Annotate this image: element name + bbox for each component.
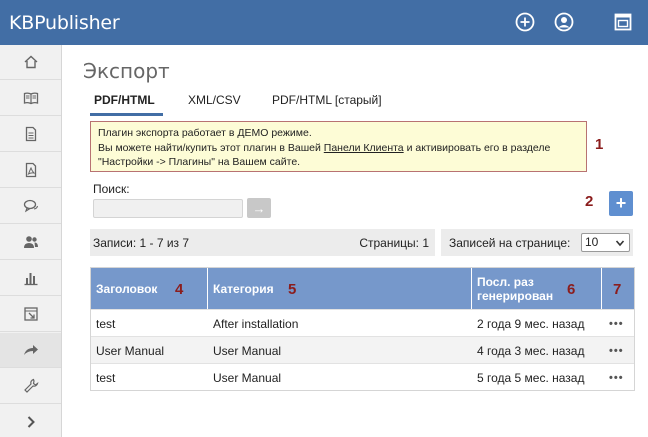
search-input[interactable] [93,199,243,218]
notice-text: Вы можете найти/купить этот плагин в Ваш… [98,141,324,154]
cell-title[interactable]: test [91,364,115,391]
sidebar-item-import[interactable] [0,297,61,332]
sidebar-item-feedback[interactable] [0,189,61,224]
per-page-value: 10 [585,235,599,249]
plus-circle-icon[interactable] [514,11,536,33]
sidebar-item-settings[interactable] [0,369,61,404]
bar-chart-icon [24,273,37,286]
client-panel-link[interactable]: Панели Клиента [324,142,404,154]
notice-line-3: "Настройки -> Плагины" на Вашем сайте. [98,156,301,168]
main-content: Экспорт PDF/HTML XML/CSV PDF/HTML [стары… [62,45,648,437]
document-icon [25,126,36,142]
annotation-4: 4 [175,281,184,298]
table-row[interactable]: test User Manual 5 года 5 мес. назад ••• [91,363,634,390]
add-export-button[interactable]: + [609,191,633,216]
notice-line-2: Вы можете найти/купить этот плагин в Ваш… [98,141,579,156]
search-label: Поиск: [93,182,130,196]
cell-generated: 5 года 5 мес. назад [477,370,585,385]
column-generated-label: Посл. раз генерирован [477,274,554,303]
records-count: Записи: 1 - 7 из 7 [93,236,190,250]
annotation-6: 6 [567,281,576,298]
sidebar-item-users[interactable] [0,225,61,260]
import-icon [23,307,38,321]
cell-category: User Manual [213,370,282,385]
demo-notice: Плагин экспорта работает в ДЕМО режиме. … [90,121,587,172]
user-circle-icon[interactable] [553,11,575,33]
tab-pdf-html-old[interactable]: PDF/HTML [старый] [272,93,382,107]
row-actions-menu[interactable]: ••• [609,310,624,337]
top-bar: KBPublisher [0,0,648,45]
exports-table: Заголовок Категория Посл. раз генерирова… [90,267,635,391]
sidebar-item-export[interactable] [0,333,61,368]
cell-generated: 2 года 9 мес. назад [477,316,585,331]
app-title[interactable]: KBPublisher [9,12,120,34]
tab-xml-csv[interactable]: XML/CSV [188,93,241,107]
users-icon [23,236,38,248]
annotation-7: 7 [613,281,622,298]
row-actions-menu[interactable]: ••• [609,337,624,364]
chevron-down-icon [615,240,625,247]
sidebar-item-home[interactable] [0,45,61,80]
active-tab-indicator [90,113,163,116]
sidebar-collapse-toggle[interactable] [0,405,61,437]
row-actions-menu[interactable]: ••• [609,364,624,391]
notice-text: и активировать его в разделе [403,141,551,154]
annotation-5: 5 [288,281,297,298]
share-icon [23,345,38,355]
column-category-label: Категория [213,281,274,296]
search-button[interactable]: → [247,198,271,218]
records-bar: Записи: 1 - 7 из 7 Страницы: 1 [90,229,435,256]
comments-icon [23,199,38,213]
book-icon [23,92,38,105]
pdf-icon [25,162,36,178]
home-icon [24,55,37,69]
column-title-label: Заголовок [96,281,158,296]
column-header-generated[interactable]: Посл. раз генерирован [472,268,602,309]
cell-category: User Manual [213,343,282,358]
sidebar-item-reports[interactable] [0,261,61,296]
sidebar-item-articles[interactable] [0,81,61,116]
cell-generated: 4 года 3 мес. назад [477,343,585,358]
pages-count: Страницы: 1 [359,236,429,250]
table-row[interactable]: test After installation 2 года 9 мес. на… [91,309,634,336]
per-page-bar: Записей на странице: 10 [441,229,633,256]
per-page-select[interactable]: 10 [581,233,630,252]
cell-category: After installation [213,316,299,331]
column-header-category[interactable]: Категория [208,268,472,309]
notice-line-1: Плагин экспорта работает в ДЕМО режиме. [98,127,312,139]
cell-title[interactable]: test [91,310,115,337]
annotation-1: 1 [595,136,604,153]
wrench-icon [23,378,38,393]
table-row[interactable]: User Manual User Manual 4 года 3 мес. на… [91,336,634,363]
sidebar-item-files[interactable] [0,117,61,152]
window-icon[interactable] [612,11,634,33]
per-page-label: Записей на странице: [449,236,571,250]
column-header-title[interactable]: Заголовок [91,268,208,309]
sidebar-item-pdf[interactable] [0,153,61,188]
tab-pdf-html[interactable]: PDF/HTML [94,93,155,107]
table-header: Заголовок Категория Посл. раз генерирова… [91,268,634,309]
annotation-2: 2 [585,193,594,210]
sidebar [0,45,62,437]
chevron-right-icon [27,416,35,428]
page-title: Экспорт [83,59,170,83]
cell-title[interactable]: User Manual [91,337,164,364]
